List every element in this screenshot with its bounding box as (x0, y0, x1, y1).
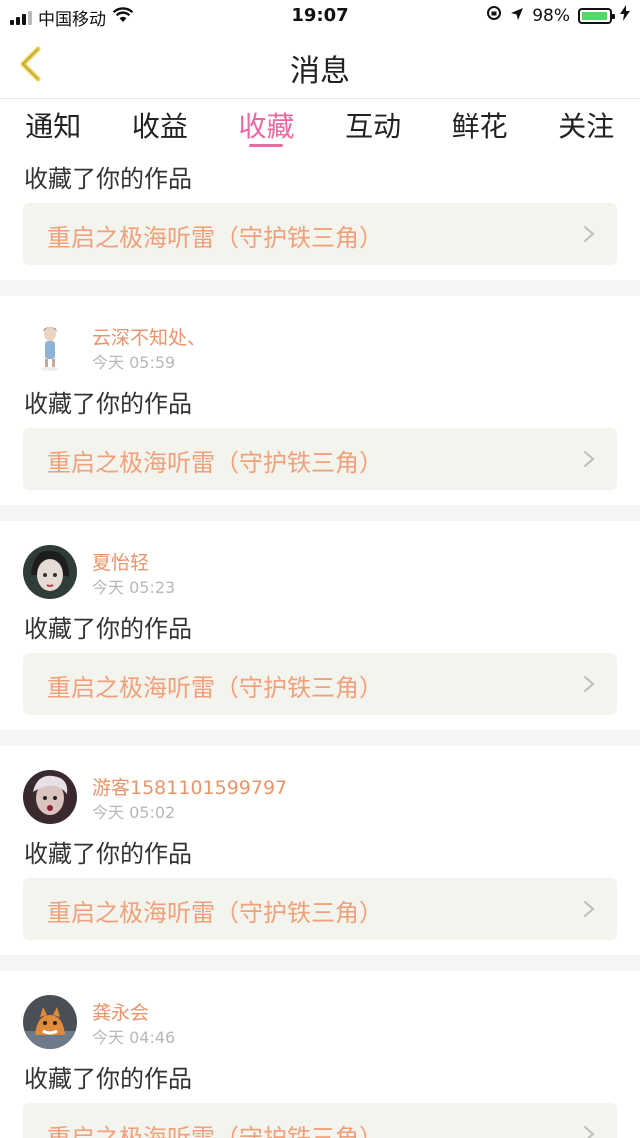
message-time: 今天 05:59 (92, 353, 176, 372)
nav-bar: 消息 (0, 32, 640, 99)
username[interactable]: 云深不知处、 (92, 323, 206, 350)
message-card: 收藏了你的作品重启之极海听雷（守护铁三角） (0, 151, 640, 280)
work-link[interactable]: 重启之极海听雷（守护铁三角） (23, 878, 617, 940)
message-time: 今天 04:46 (92, 1028, 176, 1047)
tab-label: 互动 (345, 110, 402, 143)
work-link[interactable]: 重启之极海听雷（守护铁三角） (23, 203, 617, 265)
work-title: 重启之极海听雷（守护铁三角） (47, 449, 383, 477)
work-link[interactable]: 重启之极海听雷（守护铁三角） (23, 1103, 617, 1138)
avatar[interactable] (23, 320, 77, 374)
tab-label: 收益 (131, 110, 188, 143)
work-title: 重启之极海听雷（守护铁三角） (47, 1124, 383, 1138)
page-title: 消息 (290, 54, 350, 89)
message-card: 龚永会今天 04:46 收藏了你的作品重启之极海听雷（守护铁三角） (0, 971, 640, 1138)
battery-percent: 98% (532, 5, 570, 26)
work-title: 重启之极海听雷（守护铁三角） (47, 224, 383, 252)
chevron-right-icon (584, 451, 595, 467)
chevron-right-icon (584, 226, 595, 242)
message-card: 云深不知处、今天 05:59 收藏了你的作品重启之极海听雷（守护铁三角） (0, 296, 640, 505)
chevron-right-icon (584, 676, 595, 692)
avatar[interactable] (23, 545, 77, 599)
tab-notify[interactable]: 通知 (0, 99, 107, 151)
active-tab-indicator (249, 144, 284, 147)
chevron-right-icon (584, 1126, 595, 1138)
action-text: 收藏了你的作品 (24, 840, 192, 868)
work-title: 重启之极海听雷（守护铁三角） (47, 899, 383, 927)
tab-earnings[interactable]: 收益 (107, 99, 214, 151)
work-link[interactable]: 重启之极海听雷（守护铁三角） (23, 653, 617, 715)
tab-flowers[interactable]: 鲜花 (426, 99, 533, 151)
work-link[interactable]: 重启之极海听雷（守护铁三角） (23, 428, 617, 490)
message-time: 今天 05:02 (92, 803, 176, 822)
tab-label: 鲜花 (451, 110, 508, 143)
message-card: 游客1581101599797 今天 05:02 收藏了你的作品重启之极海听雷（守护… (0, 746, 640, 955)
charging-icon (620, 5, 630, 26)
tab-favorites[interactable]: 收藏 (213, 99, 320, 151)
avatar[interactable] (23, 770, 77, 824)
action-text: 收藏了你的作品 (24, 1065, 192, 1093)
username[interactable]: 夏怡轻 (92, 548, 149, 575)
tab-bar: 通知 收益 收藏 互动 鲜花 关注 (0, 99, 640, 151)
tab-label: 关注 (558, 110, 615, 143)
action-text: 收藏了你的作品 (24, 390, 192, 418)
action-text: 收藏了你的作品 (24, 165, 192, 193)
tab-label: 收藏 (238, 110, 295, 143)
work-title: 重启之极海听雷（守护铁三角） (47, 674, 383, 702)
message-card: 夏怡轻今天 05:23 收藏了你的作品重启之极海听雷（守护铁三角） (0, 521, 640, 730)
action-text: 收藏了你的作品 (24, 615, 192, 643)
status-right: 98% (486, 5, 630, 26)
message-list: 收藏了你的作品 重启之极海听雷（守护铁三角） 云深不知处、 今天 05:59 收藏了你的… (0, 151, 640, 1138)
message-time: 今天 05:23 (92, 578, 176, 597)
username[interactable]: 龚永会 (92, 998, 149, 1025)
tab-follow[interactable]: 关注 (533, 99, 640, 151)
tab-interaction[interactable]: 互动 (320, 99, 427, 151)
status-bar: 中国移动 19:07 98% (0, 0, 640, 32)
location-icon (510, 6, 524, 26)
avatar[interactable] (23, 995, 77, 1049)
chevron-right-icon (584, 901, 595, 917)
orientation-lock-icon (486, 5, 502, 26)
tab-label: 通知 (25, 110, 82, 143)
username[interactable]: 游客1581101599797 (92, 773, 287, 800)
battery-icon (578, 7, 615, 24)
